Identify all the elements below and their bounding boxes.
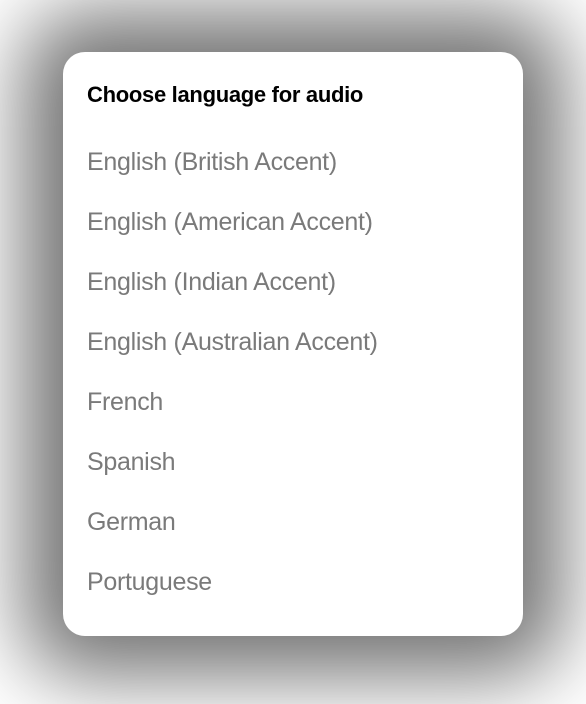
language-option-english-australian[interactable]: English (Australian Accent) xyxy=(87,312,499,372)
language-options-list: English (British Accent) English (Americ… xyxy=(87,132,499,612)
language-option-english-indian[interactable]: English (Indian Accent) xyxy=(87,252,499,312)
language-option-spanish[interactable]: Spanish xyxy=(87,432,499,492)
language-option-english-british[interactable]: English (British Accent) xyxy=(87,132,499,192)
language-option-english-american[interactable]: English (American Accent) xyxy=(87,192,499,252)
language-option-german[interactable]: German xyxy=(87,492,499,552)
language-option-portuguese[interactable]: Portuguese xyxy=(87,552,499,612)
language-option-french[interactable]: French xyxy=(87,372,499,432)
dialog-title: Choose language for audio xyxy=(87,82,499,108)
language-selection-dialog: Choose language for audio English (Briti… xyxy=(63,52,523,636)
